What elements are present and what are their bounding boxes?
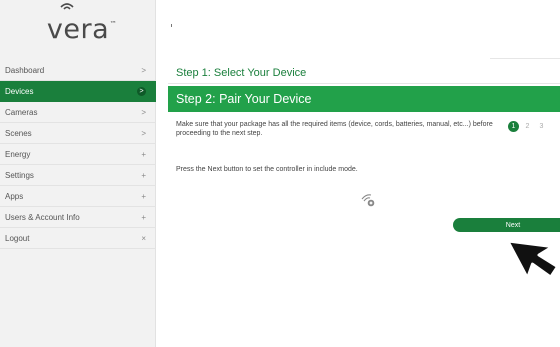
close-icon: × (141, 233, 146, 243)
sidebar-item-logout[interactable]: Logout × (0, 228, 156, 249)
sidebar-item-label: Users & Account Info (5, 212, 80, 222)
mouse-pointer-icon (506, 239, 560, 280)
header-divider (490, 58, 560, 59)
step-indicator-2: 2 (525, 123, 530, 130)
logo-text: vera (46, 13, 110, 45)
wizard-step-2-header: Step 2: Pair Your Device (168, 86, 560, 112)
vera-logo: vera ™ (0, 0, 156, 58)
sidebar-item-scenes[interactable]: Scenes > (0, 123, 156, 144)
step-indicator-3: 3 (539, 123, 544, 130)
plus-icon: + (141, 212, 146, 222)
step-1-title: Step 1: Select Your Device (176, 66, 307, 79)
sidebar-nav: Dashboard > Devices > Cameras > Scenes >… (0, 60, 156, 249)
sidebar-item-cameras[interactable]: Cameras > (0, 102, 156, 123)
sidebar-item-label: Dashboard (5, 65, 45, 75)
sidebar-item-apps[interactable]: Apps + (0, 186, 156, 207)
step-2-title: Step 2: Pair Your Device (176, 92, 312, 106)
plus-icon: + (141, 191, 146, 201)
wizard-step-1-header[interactable]: Step 1: Select Your Device (168, 62, 560, 84)
sidebar-item-label: Scenes (5, 128, 32, 138)
sidebar-item-energy[interactable]: Energy + (0, 144, 156, 165)
sidebar-item-label: Apps (5, 191, 24, 201)
step-description: Make sure that your package has all the … (176, 121, 493, 137)
sidebar-item-settings[interactable]: Settings + (0, 165, 156, 186)
sidebar-item-label: Devices (5, 86, 34, 96)
step-progress: 1 2 3 (508, 121, 547, 132)
sidebar-item-devices[interactable]: Devices > (0, 81, 156, 102)
sidebar-item-label: Energy (5, 149, 31, 159)
sidebar-item-label: Logout (5, 233, 30, 243)
sidebar-item-dashboard[interactable]: Dashboard > (0, 60, 156, 81)
plus-icon: + (141, 149, 146, 159)
plus-icon: + (141, 170, 146, 180)
sidebar-item-users-account-info[interactable]: Users & Account Info + (0, 207, 156, 228)
include-mode-icon (361, 194, 375, 207)
sidebar: vera ™ Dashboard > Devices > Cameras > S… (0, 0, 156, 347)
chevron-right-icon: > (141, 65, 146, 75)
chevron-right-icon: > (137, 86, 146, 96)
step-indicator-1: 1 (508, 121, 519, 132)
logo-trademark: ™ (109, 19, 118, 28)
chevron-right-icon: > (141, 128, 146, 138)
sidebar-item-label: Cameras (5, 107, 38, 117)
chevron-right-icon: > (141, 107, 146, 117)
header-mark (171, 24, 172, 27)
include-mode-instruction: Press the Next button to set the control… (176, 166, 358, 173)
logo-wifi-icon (60, 3, 74, 10)
sidebar-item-label: Settings (5, 170, 34, 180)
